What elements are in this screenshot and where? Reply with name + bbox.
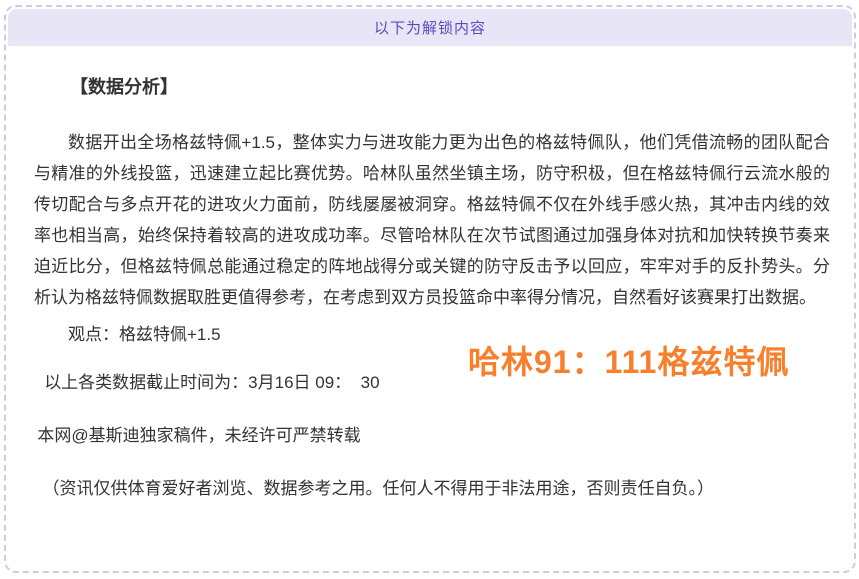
- copyright-line: 本网@基斯迪独家稿件，未经许可严禁转载: [34, 424, 830, 448]
- data-cutoff-line: 以上各类数据截止时间为：3月16日 09： 30: [34, 371, 830, 395]
- viewpoint-line: 观点：格兹特佩+1.5: [34, 323, 830, 347]
- article-body: 【数据分析】 数据开出全场格兹特佩+1.5，整体实力与进攻能力更为出色的格兹特佩…: [6, 74, 854, 501]
- unlocked-content-panel: 以下为解锁内容 【数据分析】 数据开出全场格兹特佩+1.5，整体实力与进攻能力更…: [4, 5, 856, 573]
- disclaimer-line: （资讯仅供体育爱好者浏览、数据参考之用。任何人不得用于非法用途，否则责任自负。）: [34, 477, 830, 501]
- section-title: 【数据分析】: [34, 74, 830, 101]
- unlock-banner-label: 以下为解锁内容: [374, 17, 486, 38]
- analysis-paragraph: 数据开出全场格兹特佩+1.5，整体实力与进攻能力更为出色的格兹特佩队，他们凭借流…: [34, 127, 830, 313]
- unlock-banner: 以下为解锁内容: [8, 9, 852, 46]
- page: 以下为解锁内容 【数据分析】 数据开出全场格兹特佩+1.5，整体实力与进攻能力更…: [0, 0, 859, 579]
